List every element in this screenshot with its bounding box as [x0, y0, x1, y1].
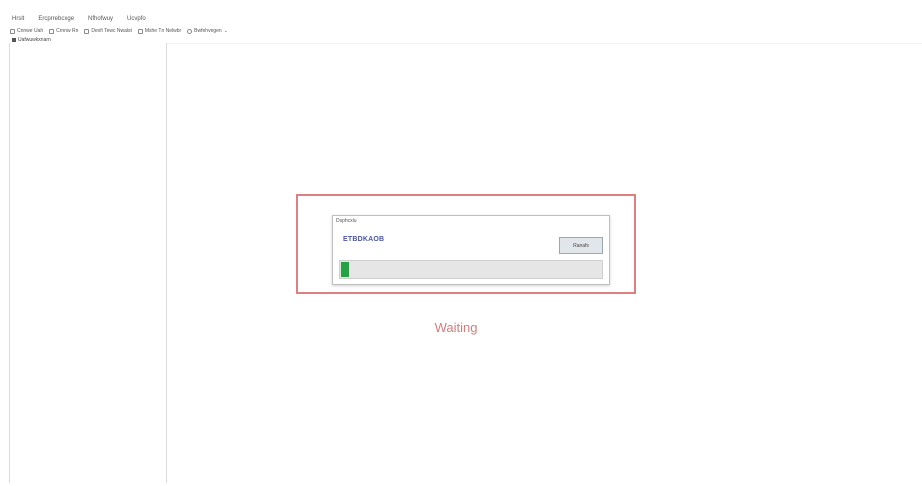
globe-icon [187, 28, 193, 34]
status-text: Waiting [434, 320, 478, 335]
progress-bar [339, 260, 603, 279]
menu-item-file[interactable]: Hrslt [12, 16, 24, 22]
person-icon [137, 28, 143, 34]
connection-dialog: Dsphcxlu ETBDKAOB Ranafs [332, 215, 610, 285]
device-icon [12, 38, 16, 42]
chevron-down-icon: ⌄ [223, 28, 228, 34]
window-icon [49, 28, 55, 34]
menu-bar: Hrslt Ercprrebcxge Nfhofwuy Ucvpfo [12, 13, 146, 25]
toolbar-button-2[interactable]: Crnnw Rn [49, 28, 78, 34]
divider [167, 43, 922, 44]
window-icon [10, 28, 15, 34]
toolbar: Cnnwe Uah Crnnw Rn Dexfi Tewc Nwalst Msh… [10, 26, 228, 36]
toolbar-button-label: Cnnwe Uah [17, 28, 44, 34]
window-icon [84, 28, 90, 34]
menu-item-connection[interactable]: Ercprrebcxge [38, 16, 74, 22]
toolbar-button-label: Mshe Tn Nelwbr [144, 28, 182, 34]
toolbar-button-label: Crnnw Rn [56, 28, 79, 34]
toolbar-button-3[interactable]: Dexfi Tewc Nwalst [84, 28, 132, 34]
toolbar-button-label: Bwfehvegen [194, 28, 222, 34]
dialog-device-name: ETBDKAOB [343, 236, 385, 243]
toolbar-button-label: Dexfi Tewc Nwalst [91, 28, 132, 34]
menu-item-settings[interactable]: Nfhofwuy [88, 16, 113, 22]
sidebar-tree-panel[interactable] [9, 43, 167, 483]
toolbar-button-4[interactable]: Mshe Tn Nelwbr [137, 28, 182, 34]
app-window: Hrslt Ercprrebcxge Nfhofwuy Ucvpfo Cnnwe… [0, 0, 922, 486]
dialog-title: Dsphcxlu [336, 218, 357, 224]
menu-item-help[interactable]: Ucvpfo [127, 16, 146, 22]
toolbar-button-1[interactable]: Cnnwe Uah [10, 28, 43, 34]
dialog-action-button[interactable]: Ranafs [559, 237, 603, 254]
toolbar-language-dropdown[interactable]: Bwfehvegen ⌄ [187, 28, 228, 34]
progress-bar-fill [341, 262, 349, 277]
